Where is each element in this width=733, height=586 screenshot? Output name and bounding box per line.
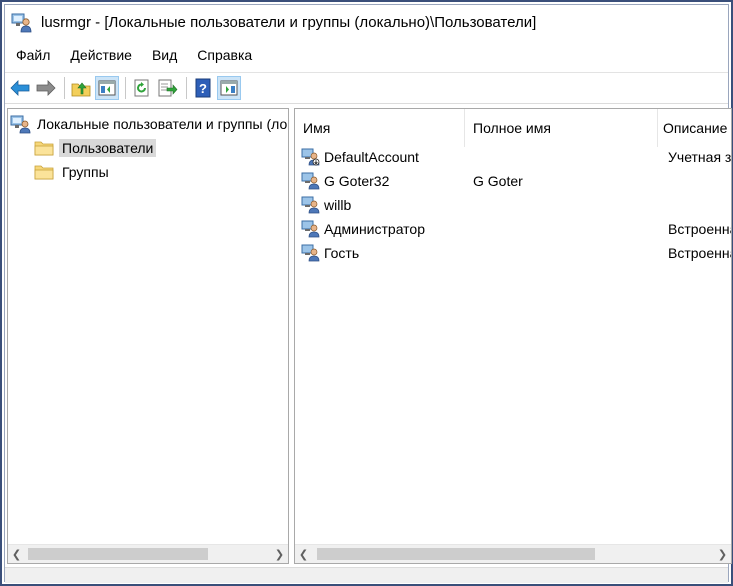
- cell-description: Встроенная: [668, 245, 731, 261]
- export-list-button[interactable]: [156, 76, 180, 100]
- table-row[interactable]: Администратор Встроенная: [295, 217, 731, 241]
- menu-file[interactable]: Файл: [5, 43, 60, 67]
- scrollbar-thumb[interactable]: [28, 548, 208, 560]
- user-disabled-icon: [301, 148, 320, 166]
- back-button[interactable]: [8, 76, 32, 100]
- cell-full-name: [465, 241, 658, 265]
- up-level-button[interactable]: [69, 76, 93, 100]
- cell-description: Встроенная: [668, 221, 731, 237]
- svg-text:?: ?: [199, 81, 207, 96]
- table-row[interactable]: willb: [295, 193, 731, 217]
- status-bar: [5, 567, 728, 583]
- tree-item-label: Группы: [62, 164, 109, 180]
- folder-icon: [34, 141, 54, 156]
- help-button[interactable]: ?: [191, 76, 215, 100]
- cell-description: [658, 169, 731, 193]
- column-header-description[interactable]: Описание: [658, 109, 731, 147]
- user-name: Гость: [324, 245, 360, 261]
- cell-name: DefaultAccount: [295, 145, 465, 169]
- table-row[interactable]: G Goter32 G Goter: [295, 169, 731, 193]
- table-row[interactable]: DefaultAccount Учетная запись: [295, 145, 732, 169]
- up-folder-icon: [71, 82, 91, 97]
- column-header-name[interactable]: Имя: [295, 109, 465, 147]
- refresh-button[interactable]: [130, 76, 154, 100]
- tree-item-label: Пользователи: [59, 139, 157, 157]
- users-computer-icon: [11, 11, 33, 33]
- user-icon: [301, 244, 320, 262]
- scroll-left-arrow-icon[interactable]: ❮: [295, 545, 312, 563]
- tree-item-root[interactable]: Локальные пользователи и группы (локальн…: [10, 113, 288, 135]
- title-bar: lusrmgr - [Локальные пользователи и груп…: [5, 5, 728, 39]
- help-icon: ?: [195, 78, 211, 98]
- list-horizontal-scrollbar[interactable]: ❮ ❯: [295, 544, 731, 563]
- toolbar: ?: [5, 72, 728, 104]
- user-icon: [301, 196, 320, 214]
- action-pane-icon: [220, 80, 238, 96]
- toolbar-separator: [125, 77, 126, 99]
- scroll-right-arrow-icon[interactable]: ❯: [714, 545, 731, 563]
- show-hide-tree-button[interactable]: [95, 76, 119, 100]
- cell-name: Администратор: [295, 217, 465, 241]
- tree-item-groups[interactable]: Группы: [34, 161, 112, 183]
- console-tree-pane: Локальные пользователи и группы (локальн…: [7, 108, 289, 564]
- tree-item-users[interactable]: Пользователи: [34, 137, 157, 159]
- toolbar-separator: [186, 77, 187, 99]
- user-name: G Goter32: [324, 173, 390, 189]
- column-header-full-name[interactable]: Полное имя: [465, 109, 658, 147]
- cell-description: [658, 193, 731, 217]
- scrollbar-thumb[interactable]: [317, 548, 595, 560]
- cell-name: willb: [295, 193, 465, 217]
- details-list-pane: Имя Полное имя Описание DefaultAccount У…: [294, 108, 732, 564]
- cell-full-name: [465, 193, 658, 217]
- user-name: DefaultAccount: [324, 149, 419, 165]
- cell-full-name: [465, 217, 658, 241]
- cell-full-name: G Goter: [473, 173, 523, 189]
- screenshot-frame: lusrmgr - [Локальные пользователи и груп…: [0, 0, 733, 586]
- toolbar-separator: [64, 77, 65, 99]
- menu-bar: Файл Действие Вид Справка: [5, 43, 262, 67]
- forward-button[interactable]: [34, 76, 58, 100]
- mmc-window: lusrmgr - [Локальные пользователи и груп…: [4, 4, 732, 583]
- user-name: Администратор: [324, 221, 426, 237]
- show-hide-tree-icon: [98, 80, 116, 96]
- user-name: willb: [324, 197, 352, 213]
- back-arrow-icon: [10, 80, 30, 96]
- tree-item-label: Локальные пользователи и группы (локальн…: [37, 116, 288, 132]
- scroll-left-arrow-icon[interactable]: ❮: [8, 545, 25, 563]
- cell-name: G Goter32: [295, 169, 465, 193]
- forward-arrow-icon: [36, 80, 56, 96]
- cell-name: Гость: [295, 241, 465, 265]
- users-computer-icon: [10, 115, 31, 134]
- tree-horizontal-scrollbar[interactable]: ❮ ❯: [8, 544, 288, 563]
- list-header: Имя Полное имя Описание: [295, 109, 731, 147]
- menu-help[interactable]: Справка: [187, 43, 262, 67]
- action-pane-button[interactable]: [217, 76, 241, 100]
- cell-description: Учетная запись: [668, 149, 732, 165]
- menu-action[interactable]: Действие: [60, 43, 142, 67]
- export-list-icon: [158, 79, 178, 97]
- window-title: lusrmgr - [Локальные пользователи и груп…: [41, 13, 537, 31]
- cell-full-name: [465, 145, 658, 169]
- refresh-icon: [134, 79, 149, 97]
- user-icon: [301, 172, 320, 190]
- user-icon: [301, 220, 320, 238]
- menu-view[interactable]: Вид: [142, 43, 187, 67]
- table-row[interactable]: Гость Встроенная: [295, 241, 731, 265]
- scroll-right-arrow-icon[interactable]: ❯: [271, 545, 288, 563]
- folder-icon: [34, 165, 54, 180]
